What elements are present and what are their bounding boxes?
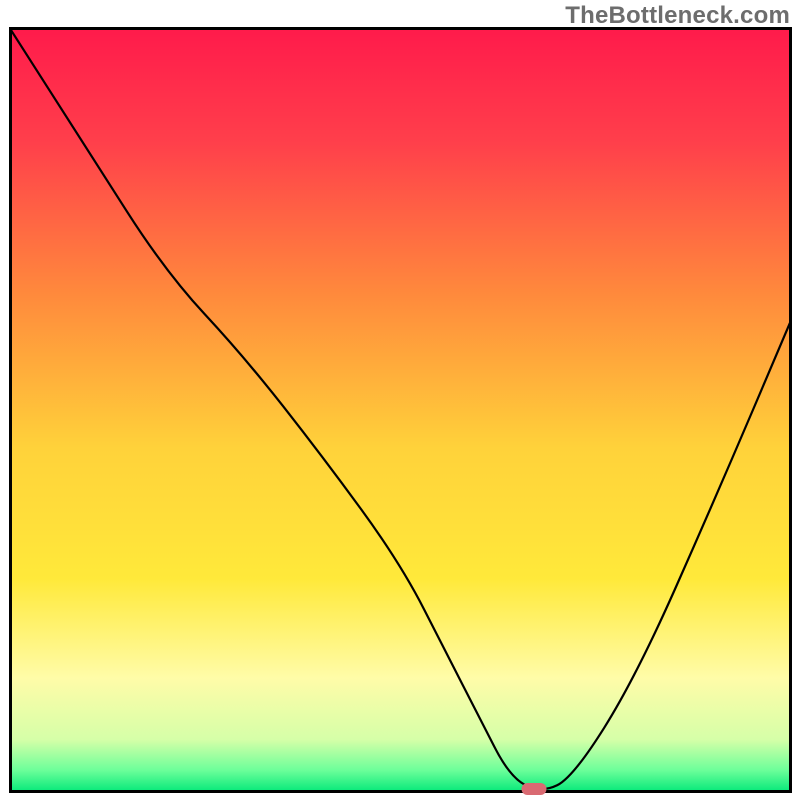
chart-svg [9,27,792,793]
gradient-background [9,27,792,793]
optimal-marker [521,783,546,795]
chart-frame: TheBottleneck.com [0,0,800,800]
watermark-label: TheBottleneck.com [565,2,790,30]
